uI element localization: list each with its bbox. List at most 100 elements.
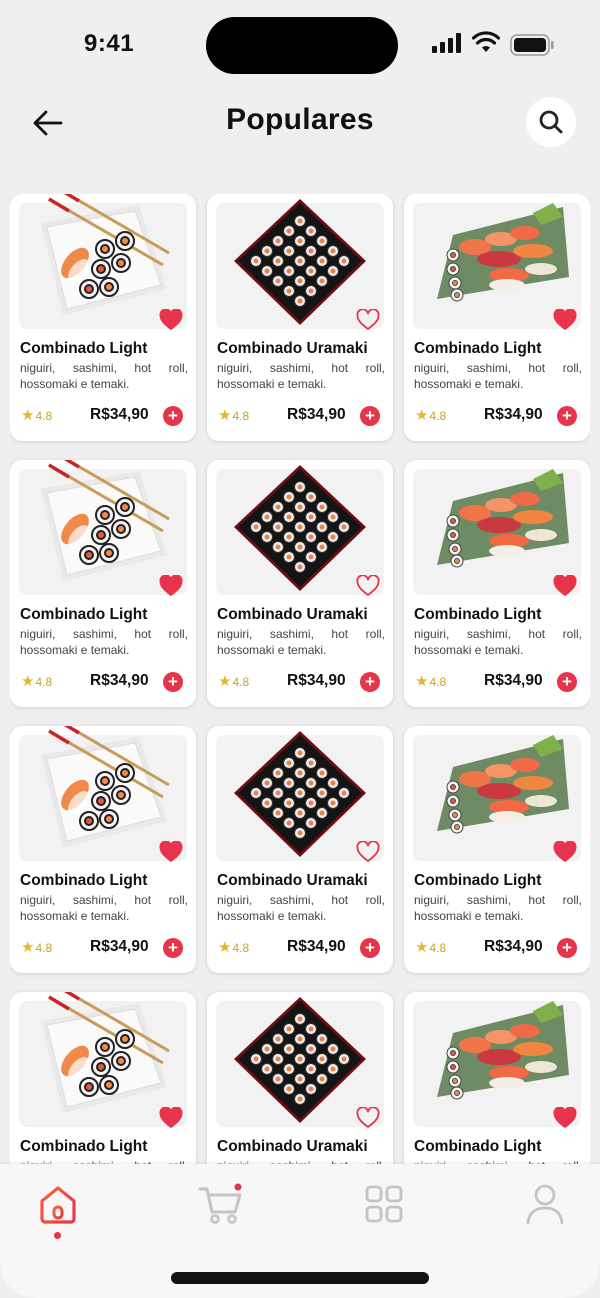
product-rating: ★ 4.8 (21, 673, 53, 690)
rating-value: 4.8 (232, 941, 250, 955)
product-name: Combinado Light (20, 340, 148, 357)
plus-icon: + (365, 672, 375, 691)
product-card[interactable]: Combinado Light niguiri, sashimi, hot ro… (10, 726, 196, 973)
add-to-cart-button[interactable]: + (163, 672, 183, 692)
heart-icon[interactable] (159, 1107, 183, 1129)
product-card[interactable]: Combinado Uramaki niguiri, sashimi, hot … (207, 460, 393, 707)
rating-value: 4.8 (429, 941, 447, 955)
product-card[interactable]: Combinado Light niguiri, sashimi, hot ro… (404, 992, 590, 1164)
heart-icon[interactable] (159, 575, 183, 597)
product-description: niguiri, sashimi, hot roll, hossomaki e … (20, 627, 188, 657)
heart-icon[interactable] (356, 841, 380, 863)
product-name: Combinado Light (20, 872, 148, 889)
heart-icon[interactable] (553, 1107, 577, 1129)
product-image-frame (413, 735, 581, 863)
product-name: Combinado Light (20, 1138, 148, 1155)
product-name: Combinado Light (414, 606, 542, 623)
heart-icon[interactable] (159, 309, 183, 331)
product-card[interactable]: Combinado Light niguiri, sashimi, hot ro… (10, 194, 196, 441)
tab-cart[interactable] (197, 1180, 245, 1228)
star-icon: ★ (21, 673, 35, 690)
rating-value: 4.8 (35, 409, 53, 423)
product-card[interactable]: Combinado Uramaki niguiri, sashimi, hot … (207, 194, 393, 441)
product-price: R$34,90 (287, 938, 346, 955)
heart-icon[interactable] (553, 575, 577, 597)
product-description: niguiri, sashimi, hot roll, hossomaki e … (217, 893, 385, 923)
product-description: niguiri, sashimi, hot roll, hossomaki e … (217, 361, 385, 391)
battery-icon (510, 34, 554, 56)
product-card[interactable]: Combinado Light niguiri, sashimi, hot ro… (404, 460, 590, 707)
plus-icon: + (562, 672, 572, 691)
star-icon: ★ (218, 673, 232, 690)
heart-icon[interactable] (356, 309, 380, 331)
heart-icon[interactable] (356, 575, 380, 597)
product-rating: ★ 4.8 (21, 407, 53, 424)
product-rating: ★ 4.8 (415, 407, 446, 424)
product-price: R$34,90 (90, 938, 149, 955)
product-card[interactable]: Combinado Light niguiri, sashimi, hot ro… (10, 992, 196, 1164)
plus-icon: + (168, 672, 178, 691)
product-description: niguiri, sashimi, hot roll, hossomaki e … (20, 361, 188, 391)
tab-categories[interactable] (360, 1180, 408, 1228)
product-name: Combinado Light (20, 606, 148, 623)
product-name: Combinado Light (414, 872, 542, 889)
home-indicator (171, 1272, 429, 1284)
rating-value: 4.8 (35, 941, 53, 955)
status-bar: 9:41 (0, 0, 600, 90)
tab-profile[interactable] (521, 1180, 569, 1228)
product-card[interactable]: Combinado Light niguiri, sashimi, hot ro… (404, 194, 590, 441)
cart-icon (198, 1183, 242, 1224)
status-time: 9:41 (84, 30, 135, 57)
add-to-cart-button[interactable]: + (360, 938, 380, 958)
add-to-cart-button[interactable]: + (163, 406, 183, 426)
tab-home[interactable] (34, 1180, 82, 1228)
product-card[interactable]: Combinado Uramaki niguiri, sashimi, hot … (207, 726, 393, 973)
product-name: Combinado Light (414, 340, 542, 357)
add-to-cart-button[interactable]: + (360, 406, 380, 426)
star-icon: ★ (21, 407, 35, 424)
product-rating: ★ 4.8 (218, 673, 250, 690)
product-name: Combinado Light (414, 1138, 542, 1155)
top-header: Populares (0, 95, 600, 151)
home-icon (40, 1186, 76, 1224)
heart-icon[interactable] (553, 309, 577, 331)
star-icon: ★ (415, 939, 429, 956)
product-card[interactable]: Combinado Uramaki niguiri, sashimi, hot … (207, 992, 393, 1164)
add-to-cart-button[interactable]: + (163, 938, 183, 958)
plus-icon: + (365, 406, 375, 425)
user-icon (526, 1184, 564, 1225)
star-icon: ★ (21, 939, 35, 956)
product-name: Combinado Uramaki (217, 606, 368, 623)
product-image-frame (413, 203, 581, 331)
product-price: R$34,90 (90, 406, 149, 423)
plus-icon: + (562, 938, 572, 957)
rating-value: 4.8 (232, 675, 250, 689)
product-rating: ★ 4.8 (415, 939, 447, 956)
product-description: niguiri, sashimi, hot roll, hossomaki e … (414, 627, 582, 657)
add-to-cart-button[interactable]: + (360, 672, 380, 692)
grid-icon (365, 1185, 403, 1223)
product-image-frame (216, 997, 384, 1129)
heart-icon[interactable] (159, 841, 183, 863)
dynamic-island (206, 17, 398, 74)
add-to-cart-button[interactable]: + (557, 938, 577, 958)
add-to-cart-button[interactable]: + (557, 672, 577, 692)
search-button[interactable] (526, 97, 576, 147)
product-image-frame (216, 199, 384, 331)
product-price: R$34,90 (287, 672, 346, 689)
product-card[interactable]: Combinado Light niguiri, sashimi, hot ro… (10, 460, 196, 707)
heart-icon[interactable] (553, 841, 577, 863)
search-icon (539, 110, 563, 134)
signal-icon (432, 33, 461, 53)
product-price: R$34,90 (484, 938, 543, 955)
product-price: R$34,90 (90, 672, 149, 689)
add-to-cart-button[interactable]: + (557, 406, 577, 426)
heart-icon[interactable] (356, 1107, 380, 1129)
product-image-frame (413, 1001, 581, 1129)
wifi-icon (472, 31, 500, 52)
product-card[interactable]: Combinado Light niguiri, sashimi, hot ro… (404, 726, 590, 973)
product-name: Combinado Uramaki (217, 340, 368, 357)
star-icon: ★ (415, 407, 429, 424)
rating-value: 4.8 (35, 675, 53, 689)
product-image-frame (216, 731, 384, 863)
